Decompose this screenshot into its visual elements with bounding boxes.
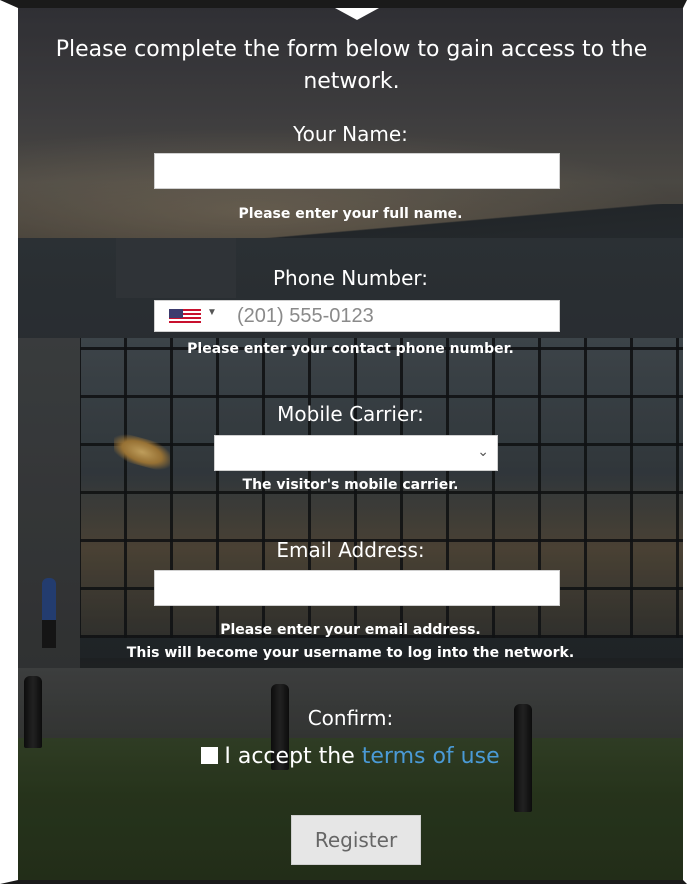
email-input[interactable]	[154, 570, 560, 606]
phone-help: Please enter your contact phone number.	[187, 341, 514, 357]
phone-field: ▼	[154, 300, 560, 332]
phone-label: Phone Number:	[272, 266, 429, 290]
registration-form: Please complete the form below to gain a…	[18, 8, 683, 880]
name-help: Please enter your full name.	[238, 206, 463, 222]
confirm-label: Confirm:	[307, 706, 394, 730]
terms-checkbox[interactable]	[201, 747, 219, 764]
terms-link[interactable]: terms of use	[362, 744, 500, 769]
chevron-down-icon[interactable]: ⌄	[477, 444, 489, 460]
email-help-username: This will become your username to log in…	[126, 645, 575, 661]
name-label: Your Name:	[293, 122, 408, 146]
carrier-help: The visitor's mobile carrier.	[242, 477, 459, 493]
flag-canton	[169, 309, 183, 318]
page-frame: Please complete the form below to gain a…	[0, 0, 687, 884]
carrier-label: Mobile Carrier:	[277, 402, 424, 426]
form-intro: Please complete the form below to gain a…	[55, 37, 648, 94]
phone-input[interactable]	[233, 301, 557, 331]
caret-down-icon[interactable]: ▼	[207, 307, 217, 318]
accept-text: I accept the	[224, 744, 355, 769]
carrier-select[interactable]: ⌄	[214, 435, 498, 471]
name-input[interactable]	[154, 153, 560, 189]
terms-row: I accept the terms of use	[18, 744, 683, 769]
email-help: Please enter your email address.	[220, 622, 481, 638]
register-button[interactable]: Register	[291, 815, 421, 865]
email-label: Email Address:	[276, 538, 425, 562]
us-flag-icon[interactable]	[169, 309, 201, 325]
